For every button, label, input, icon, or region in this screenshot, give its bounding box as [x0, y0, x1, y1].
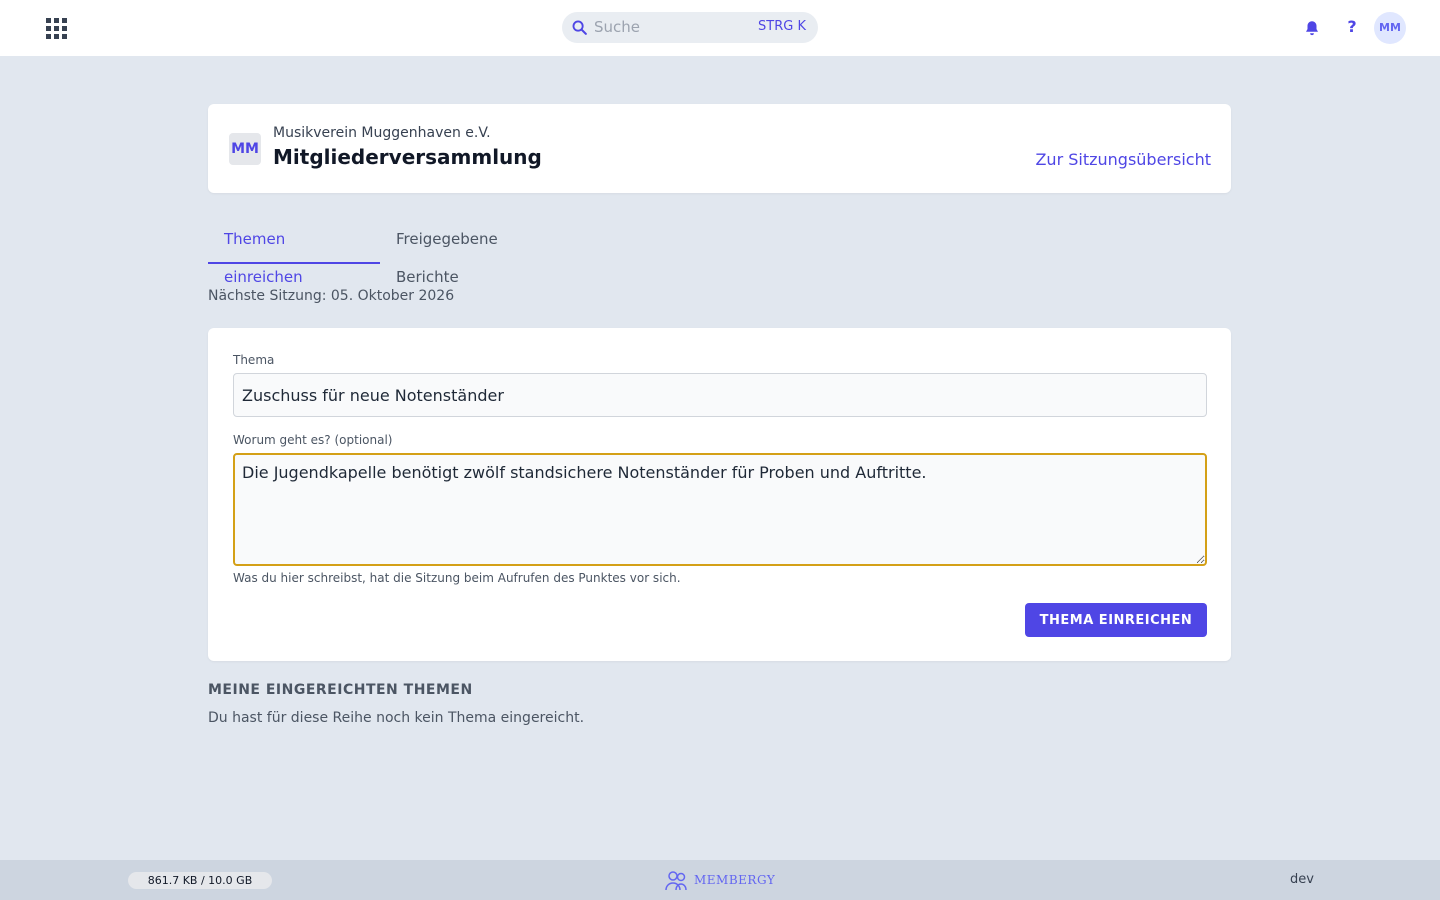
- topic-input[interactable]: [233, 373, 1207, 417]
- description-textarea[interactable]: Die Jugendkapelle benötigt zwölf standsi…: [233, 453, 1207, 566]
- tab-shared-reports[interactable]: Freigegebene Berichte: [380, 220, 580, 286]
- session-overview-link[interactable]: Zur Sitzungsübersicht: [1035, 150, 1211, 169]
- meeting-header-card: MM Musikverein Muggenhaven e.V. Mitglied…: [208, 104, 1231, 193]
- bell-icon[interactable]: [1303, 19, 1321, 37]
- apps-grid-icon[interactable]: [44, 16, 68, 40]
- search-icon: [572, 20, 587, 35]
- storage-usage-bar: 861.7 KB / 10.0 GB: [128, 872, 272, 889]
- search-shortcut: STRG K: [758, 19, 806, 34]
- search-placeholder: Suche: [594, 18, 641, 36]
- submit-topic-button[interactable]: THEMA EINREICHEN: [1025, 603, 1207, 637]
- org-badge: MM: [229, 133, 261, 165]
- page-title: Mitgliederversammlung: [273, 145, 542, 169]
- topic-form-card: Thema Worum geht es? (optional) Die Juge…: [208, 328, 1231, 661]
- tab-submit-topics[interactable]: Themen einreichen: [208, 220, 380, 286]
- org-name: Musikverein Muggenhaven e.V.: [273, 125, 491, 141]
- help-button[interactable]: ?: [1342, 17, 1362, 39]
- environment-label: dev: [1290, 872, 1314, 887]
- top-bar: Suche STRG K ? MM: [0, 0, 1440, 56]
- description-label: Worum geht es? (optional): [233, 433, 393, 447]
- search-bar[interactable]: Suche STRG K: [562, 12, 818, 43]
- my-topics-heading: MEINE EINGEREICHTEN THEMEN: [208, 682, 473, 698]
- description-hint: Was du hier schreibst, hat die Sitzung b…: [233, 571, 681, 585]
- my-topics-empty-state: Du hast für diese Reihe noch kein Thema …: [208, 710, 585, 726]
- storage-usage-text: 861.7 KB / 10.0 GB: [147, 874, 253, 887]
- topic-label: Thema: [233, 353, 275, 367]
- next-session-info: Nächste Sitzung: 05. Oktober 2026: [208, 288, 455, 304]
- footer: 861.7 KB / 10.0 GB MEMBERGY dev: [0, 860, 1440, 900]
- avatar[interactable]: MM: [1374, 12, 1406, 44]
- people-logo-icon: [665, 871, 687, 891]
- brand-logo[interactable]: MEMBERGY: [664, 870, 784, 892]
- tab-bar: Themen einreichen Freigegebene Berichte: [208, 220, 628, 286]
- brand-name: MEMBERGY: [694, 873, 776, 887]
